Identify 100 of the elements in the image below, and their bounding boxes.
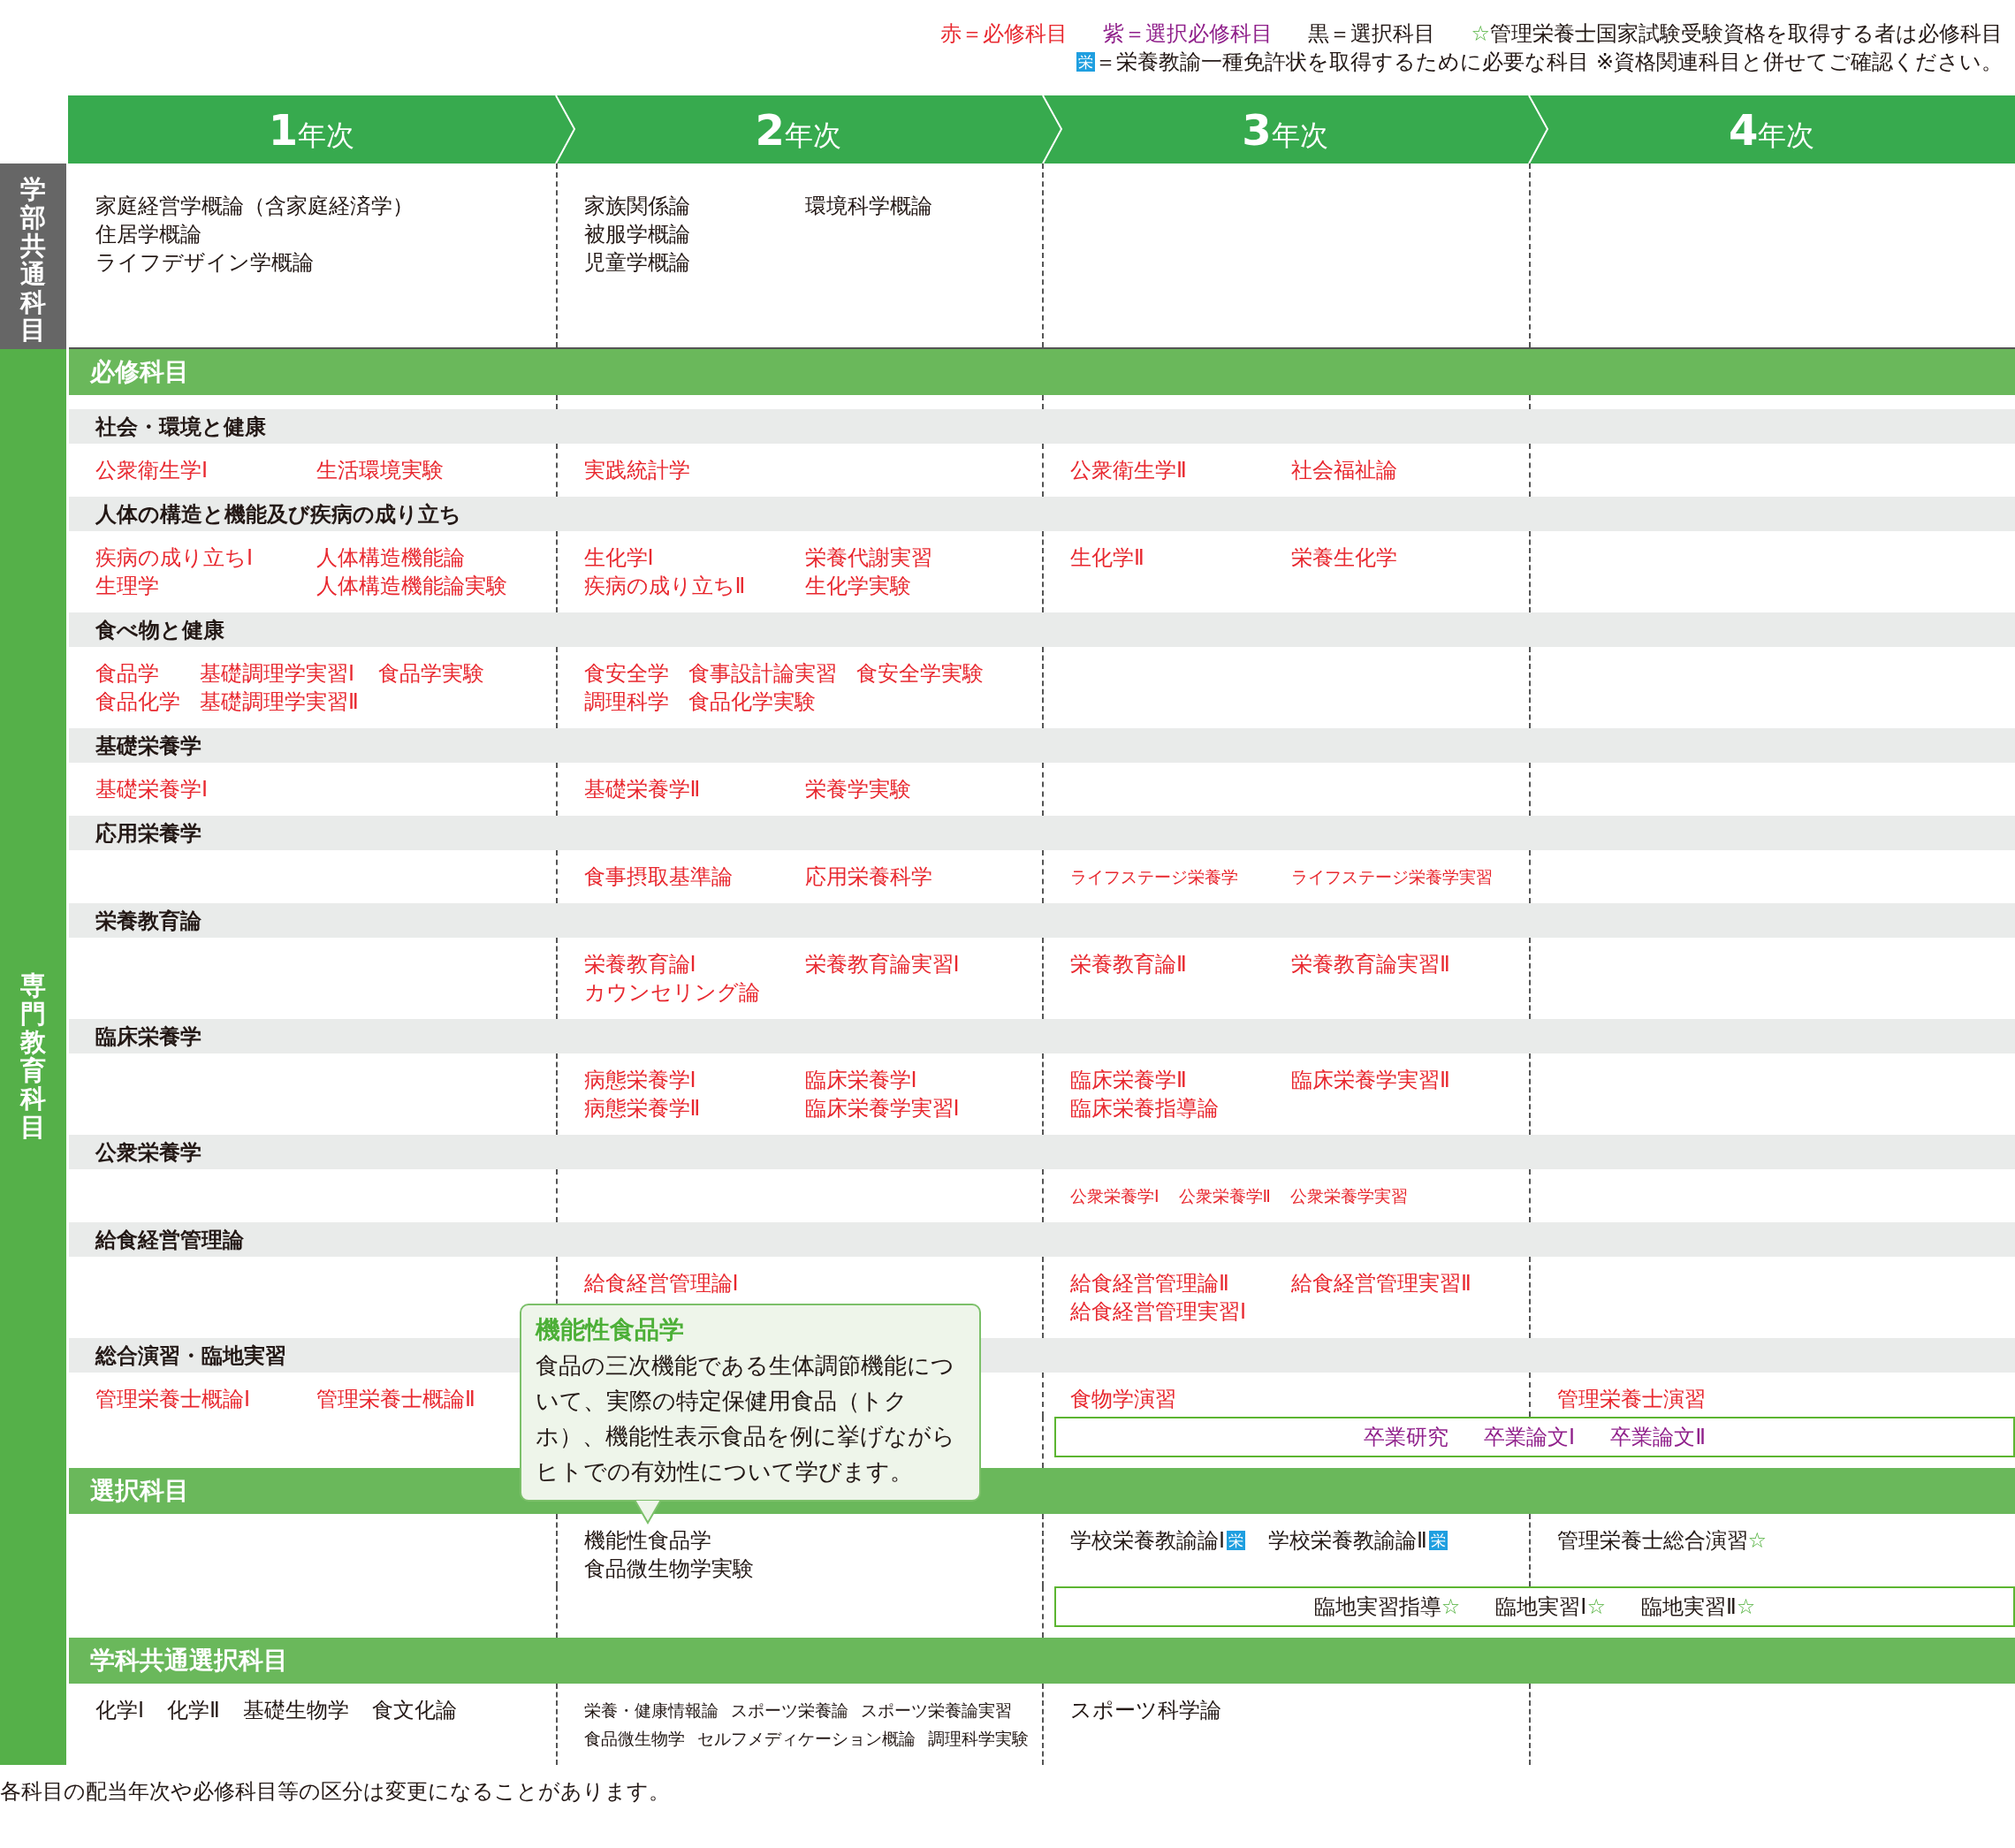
- course-name: ライフステージ栄養学実習: [1291, 866, 1493, 888]
- course-name: 食安全学: [583, 660, 669, 688]
- category-header: 社会・環境と健康: [69, 409, 2015, 444]
- course-name: 食品学実験: [377, 660, 484, 688]
- section-label: 専門教育科目: [20, 972, 46, 1142]
- course-name: 給食経営管理実習Ⅰ: [1070, 1298, 1247, 1326]
- legend-text: 紫＝選択必修科目: [1103, 20, 1274, 48]
- category-header: 食べ物と健康: [69, 612, 2015, 647]
- course-name: カウンセリング論: [583, 979, 760, 1007]
- star-mark: ☆: [1471, 20, 1490, 48]
- legend-text: ＝栄養教諭一種免許状を取得するために必要な科目 ※資格関連科目と併せてご確認ください。: [1095, 49, 2003, 76]
- course-name: 食品学: [95, 660, 159, 688]
- year-label: 2年次: [755, 103, 841, 156]
- course-name: 生化学Ⅰ: [583, 544, 654, 572]
- chevron-icon: [1528, 95, 1550, 164]
- course-name: 卒業研究: [1364, 1424, 1449, 1451]
- course-name: 生化学実験: [804, 573, 911, 600]
- course-name: 基礎調理学実習Ⅱ: [200, 688, 359, 716]
- course-name: 学校栄養教諭論Ⅱ: [1268, 1527, 1427, 1555]
- course-name: 臨地実習Ⅰ: [1495, 1593, 1587, 1621]
- course-name: 環境科学概論: [804, 193, 932, 220]
- course-name: 給食経営管理論Ⅰ: [583, 1270, 739, 1297]
- course-name: 食安全学実験: [855, 660, 984, 688]
- course-name: 機能性食品学: [583, 1527, 711, 1555]
- course-name: 食物学演習: [1070, 1386, 1176, 1413]
- chevron-icon: [1041, 95, 1063, 164]
- course-name: ライフステージ栄養学: [1070, 866, 1238, 888]
- course-name: 調理科学実験: [927, 1728, 1029, 1750]
- category-header: 臨床栄養学: [69, 1019, 2015, 1053]
- legend-text: 管理栄養士国家試験受験資格を取得する者は必修科目: [1490, 20, 2003, 48]
- course-name: 臨床栄養指導論: [1070, 1095, 1219, 1122]
- course-name: 公衆栄養学実習: [1289, 1185, 1408, 1207]
- course-name: 卒業論文Ⅱ: [1610, 1424, 1706, 1451]
- footnote: 各科目の配当年次や必修科目等の区分は変更になることがあります。: [0, 1778, 671, 1806]
- course-name: 調理科学: [583, 688, 669, 716]
- certificate-badge: 栄: [1227, 1531, 1246, 1550]
- course-name: 家族関係論: [583, 193, 690, 220]
- course-name: 病態栄養学Ⅰ: [583, 1067, 696, 1094]
- category-header: 栄養教育論: [69, 903, 2015, 938]
- course-name: 食品化学: [95, 688, 180, 716]
- course-name: 栄養教育論実習Ⅱ: [1291, 951, 1450, 978]
- course-name: 給食経営管理実習Ⅱ: [1291, 1270, 1471, 1297]
- category-header: 給食経営管理論: [69, 1222, 2015, 1257]
- course-name: 食文化論: [371, 1697, 457, 1724]
- course-name: 臨床栄養学実習Ⅱ: [1291, 1067, 1450, 1094]
- course-name: 管理栄養士総合演習: [1556, 1527, 1748, 1555]
- course-name: 学校栄養教諭論Ⅰ: [1070, 1527, 1226, 1555]
- course-name: 食事設計論実習: [688, 660, 837, 688]
- certificate-badge: 栄: [1076, 52, 1096, 72]
- course-name: 基礎調理学実習Ⅰ: [200, 660, 355, 688]
- section-label: 学部共通科目: [20, 176, 46, 347]
- course-name: 栄養教育論Ⅰ: [583, 951, 696, 978]
- year-label: 3年次: [1242, 103, 1328, 156]
- course-name: スポーツ栄養論: [730, 1700, 848, 1722]
- course-name: 管理栄養士演習: [1556, 1386, 1706, 1413]
- star-mark: ☆: [1747, 1527, 1767, 1555]
- group-header: 学科共通選択科目: [69, 1638, 2015, 1684]
- course-name: 公衆栄養学Ⅰ: [1070, 1185, 1160, 1207]
- course-name: 公衆栄養学Ⅱ: [1178, 1185, 1271, 1207]
- course-name: 家庭経営学概論（含家庭経済学）: [95, 193, 414, 220]
- course-name: 疾病の成り立ちⅡ: [583, 573, 746, 600]
- category-header: 公衆栄養学: [69, 1135, 2015, 1169]
- course-name: 化学Ⅱ: [167, 1697, 220, 1724]
- course-name: 人体構造機能論: [316, 544, 465, 572]
- course-name: 臨床栄養学Ⅱ: [1070, 1067, 1187, 1094]
- course-name: 実践統計学: [583, 457, 690, 484]
- legend-text: 黒＝選択科目: [1308, 20, 1436, 48]
- star-mark: ☆: [1586, 1593, 1606, 1621]
- course-name: 生理学: [95, 573, 159, 600]
- star-mark: ☆: [1736, 1593, 1756, 1621]
- course-name: 疾病の成り立ちⅠ: [95, 544, 254, 572]
- course-name: 栄養教育論Ⅱ: [1070, 951, 1187, 978]
- course-name: 生活環境実験: [316, 457, 444, 484]
- course-name: 基礎栄養学Ⅱ: [583, 776, 701, 803]
- course-name: 住居学概論: [95, 221, 202, 248]
- course-name: スポーツ栄養論実習: [860, 1700, 1012, 1722]
- star-mark: ☆: [1441, 1593, 1461, 1621]
- course-name: 臨床栄養学Ⅰ: [804, 1067, 917, 1094]
- group-header: 必修科目: [69, 349, 2015, 395]
- legend-text: 赤＝必修科目: [940, 20, 1068, 48]
- course-name: 病態栄養学Ⅱ: [583, 1095, 701, 1122]
- certificate-badge: 栄: [1428, 1531, 1448, 1550]
- course-name: 応用栄養科学: [804, 863, 932, 891]
- course-name: 管理栄養士概論Ⅰ: [95, 1386, 251, 1413]
- course-name: 栄養生化学: [1291, 544, 1397, 572]
- course-name: 臨地実習指導: [1313, 1593, 1441, 1621]
- course-name: 卒業論文Ⅰ: [1484, 1424, 1576, 1451]
- course-name: 食品微生物学実験: [583, 1555, 754, 1583]
- course-name: 生化学Ⅱ: [1070, 544, 1144, 572]
- category-header: 人体の構造と機能及び疾病の成り立ち: [69, 497, 2015, 531]
- category-header: 応用栄養学: [69, 816, 2015, 850]
- course-name: 公衆衛生学Ⅱ: [1070, 457, 1187, 484]
- course-name: スポーツ科学論: [1070, 1697, 1221, 1724]
- course-name: 栄養教育論実習Ⅰ: [804, 951, 960, 978]
- course-name: 栄養学実験: [804, 776, 911, 803]
- course-name: 化学Ⅰ: [95, 1697, 145, 1724]
- course-name: 公衆衛生学Ⅰ: [95, 457, 209, 484]
- course-name: 児童学概論: [583, 249, 690, 277]
- course-name: 臨地実習Ⅱ: [1640, 1593, 1737, 1621]
- year-label: 4年次: [1728, 103, 1815, 156]
